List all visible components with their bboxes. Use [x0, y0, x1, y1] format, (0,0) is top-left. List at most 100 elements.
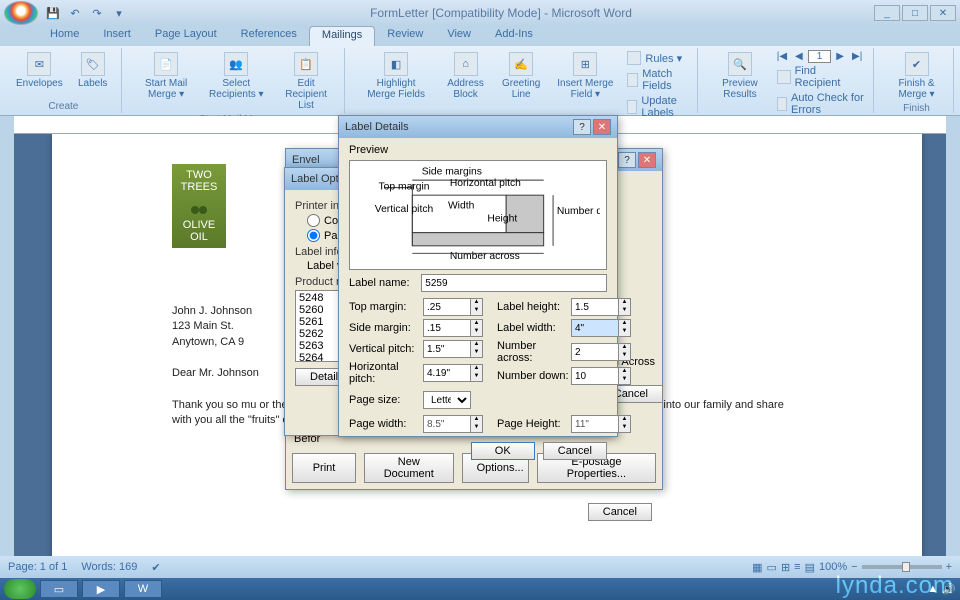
preview-results-button[interactable]: 🔍Preview Results: [710, 50, 770, 102]
auto-check-errors-button[interactable]: Auto Check for Errors: [774, 91, 867, 117]
label-height-input[interactable]: [571, 298, 619, 316]
svg-text:Height: Height: [487, 213, 517, 224]
spinner[interactable]: ▲▼: [619, 319, 631, 337]
nav-next-button[interactable]: ▶: [833, 50, 847, 63]
start-button[interactable]: [4, 579, 36, 599]
highlight-icon: ◧: [384, 52, 408, 76]
tab-view[interactable]: View: [435, 26, 483, 46]
svg-text:Top margin: Top margin: [379, 182, 430, 193]
svg-text:Width: Width: [448, 200, 475, 211]
zoom-slider[interactable]: [862, 565, 942, 569]
cancel-button[interactable]: Cancel: [543, 442, 607, 460]
office-button[interactable]: [4, 1, 38, 25]
find-recipient-button[interactable]: Find Recipient: [774, 64, 867, 90]
close-button[interactable]: ✕: [930, 5, 956, 21]
taskbar-word[interactable]: W: [124, 580, 162, 598]
spinner[interactable]: ▲▼: [471, 364, 483, 382]
page-height-input: [571, 415, 619, 433]
view-draft-icon[interactable]: ▤: [805, 561, 815, 574]
spell-check-icon[interactable]: ✔: [151, 561, 160, 574]
tab-mailings[interactable]: Mailings: [309, 26, 375, 46]
product-listbox[interactable]: 52485260 52615262 52635264: [295, 290, 339, 362]
recipients-icon: 👥: [224, 52, 248, 76]
spinner[interactable]: ▲▼: [471, 298, 483, 316]
finish-merge-button[interactable]: ✔Finish & Merge ▾: [886, 50, 947, 102]
label-details-dialog: Label Details?✕ Preview Side margins Top…: [338, 115, 618, 437]
nav-last-button[interactable]: ▶|: [849, 50, 865, 63]
spinner: ▲▼: [471, 415, 483, 433]
envelopes-button[interactable]: ✉Envelopes: [12, 50, 67, 91]
edit-list-icon: 📋: [294, 52, 318, 76]
nav-first-button[interactable]: |◀: [774, 50, 790, 63]
svg-text:Vertical pitch: Vertical pitch: [375, 204, 434, 215]
finish-icon: ✔: [905, 52, 929, 76]
select-recipients-button[interactable]: 👥Select Recipients ▾: [203, 50, 271, 102]
view-outline-icon[interactable]: ≡: [794, 561, 800, 573]
label-width-input[interactable]: [571, 319, 619, 337]
label-icon: 🏷: [81, 52, 105, 76]
number-down-input[interactable]: [571, 367, 619, 385]
number-across-input[interactable]: [571, 343, 619, 361]
tab-review[interactable]: Review: [375, 26, 435, 46]
company-logo: TWOTREES OLIVEOIL: [172, 164, 226, 248]
nav-record-input[interactable]: 1: [808, 50, 832, 63]
taskbar-explorer[interactable]: ▭: [40, 580, 78, 598]
env-cancel-button[interactable]: Cancel: [588, 503, 652, 521]
top-margin-input[interactable]: [423, 298, 471, 316]
tab-addins[interactable]: Add-Ins: [483, 26, 545, 46]
tab-insert[interactable]: Insert: [91, 26, 143, 46]
highlight-fields-button[interactable]: ◧Highlight Merge Fields: [357, 50, 435, 102]
taskbar-media[interactable]: ▶: [82, 580, 120, 598]
close-icon[interactable]: ✕: [638, 152, 656, 168]
preview-icon: 🔍: [728, 52, 752, 76]
qat-customize-icon[interactable]: ▾: [110, 4, 128, 22]
label-name-input[interactable]: [421, 274, 607, 292]
word-count[interactable]: Words: 169: [81, 561, 137, 573]
undo-icon[interactable]: ↶: [66, 4, 84, 22]
quick-access-toolbar: 💾 ↶ ↷ ▾: [44, 4, 128, 22]
spinner[interactable]: ▲▼: [619, 343, 631, 361]
page-width-input: [423, 415, 471, 433]
tab-page-layout[interactable]: Page Layout: [143, 26, 229, 46]
spinner[interactable]: ▲▼: [619, 367, 631, 385]
ok-button[interactable]: OK: [471, 442, 535, 460]
labels-button[interactable]: 🏷Labels: [71, 50, 115, 91]
spinner[interactable]: ▲▼: [471, 340, 483, 358]
horizontal-pitch-input[interactable]: [423, 364, 471, 382]
insert-merge-field-button[interactable]: ⊞Insert Merge Field ▾: [550, 50, 620, 102]
minimize-button[interactable]: _: [874, 5, 900, 21]
update-icon: [627, 100, 637, 114]
help-icon[interactable]: ?: [618, 152, 636, 168]
tab-home[interactable]: Home: [38, 26, 91, 46]
page-status[interactable]: Page: 1 of 1: [8, 561, 67, 573]
windows-taskbar: ▭ ▶ W ▲🔊: [0, 578, 960, 600]
page-size-select[interactable]: Letter (8 ½ x 11 in): [423, 391, 471, 409]
tab-references[interactable]: References: [229, 26, 309, 46]
help-icon[interactable]: ?: [573, 119, 591, 135]
side-margin-input[interactable]: [423, 319, 471, 337]
spinner[interactable]: ▲▼: [619, 298, 631, 316]
maximize-button[interactable]: □: [902, 5, 928, 21]
nav-prev-button[interactable]: ◀: [792, 50, 806, 63]
rules-button[interactable]: Rules ▾: [624, 50, 691, 66]
label-preview-diagram: Side margins Top margin Horizontal pitch…: [349, 160, 607, 270]
redo-icon[interactable]: ↷: [88, 4, 106, 22]
match-icon: [627, 73, 638, 87]
edit-recipient-list-button[interactable]: 📋Edit Recipient List: [274, 50, 338, 113]
view-web-icon[interactable]: ⊞: [781, 561, 790, 574]
save-icon[interactable]: 💾: [44, 4, 62, 22]
vertical-pitch-input[interactable]: [423, 340, 471, 358]
greeting-line-button[interactable]: ✍Greeting Line: [496, 50, 546, 102]
status-bar: Page: 1 of 1 Words: 169 ✔ ▦ ▭ ⊞ ≡ ▤ 100%…: [0, 556, 960, 578]
spinner: ▲▼: [619, 415, 631, 433]
spinner[interactable]: ▲▼: [471, 319, 483, 337]
ribbon-tabs: Home Insert Page Layout References Maili…: [0, 26, 960, 46]
start-mail-merge-button[interactable]: 📄Start Mail Merge ▾: [134, 50, 199, 102]
address-icon: ⌂: [454, 52, 478, 76]
close-icon[interactable]: ✕: [593, 119, 611, 135]
svg-text:Horizontal pitch: Horizontal pitch: [450, 178, 521, 189]
view-full-screen-icon[interactable]: ▭: [767, 561, 777, 574]
address-block-button[interactable]: ⌂Address Block: [439, 50, 492, 102]
view-print-layout-icon[interactable]: ▦: [752, 561, 762, 574]
match-fields-button[interactable]: Match Fields: [624, 67, 691, 93]
